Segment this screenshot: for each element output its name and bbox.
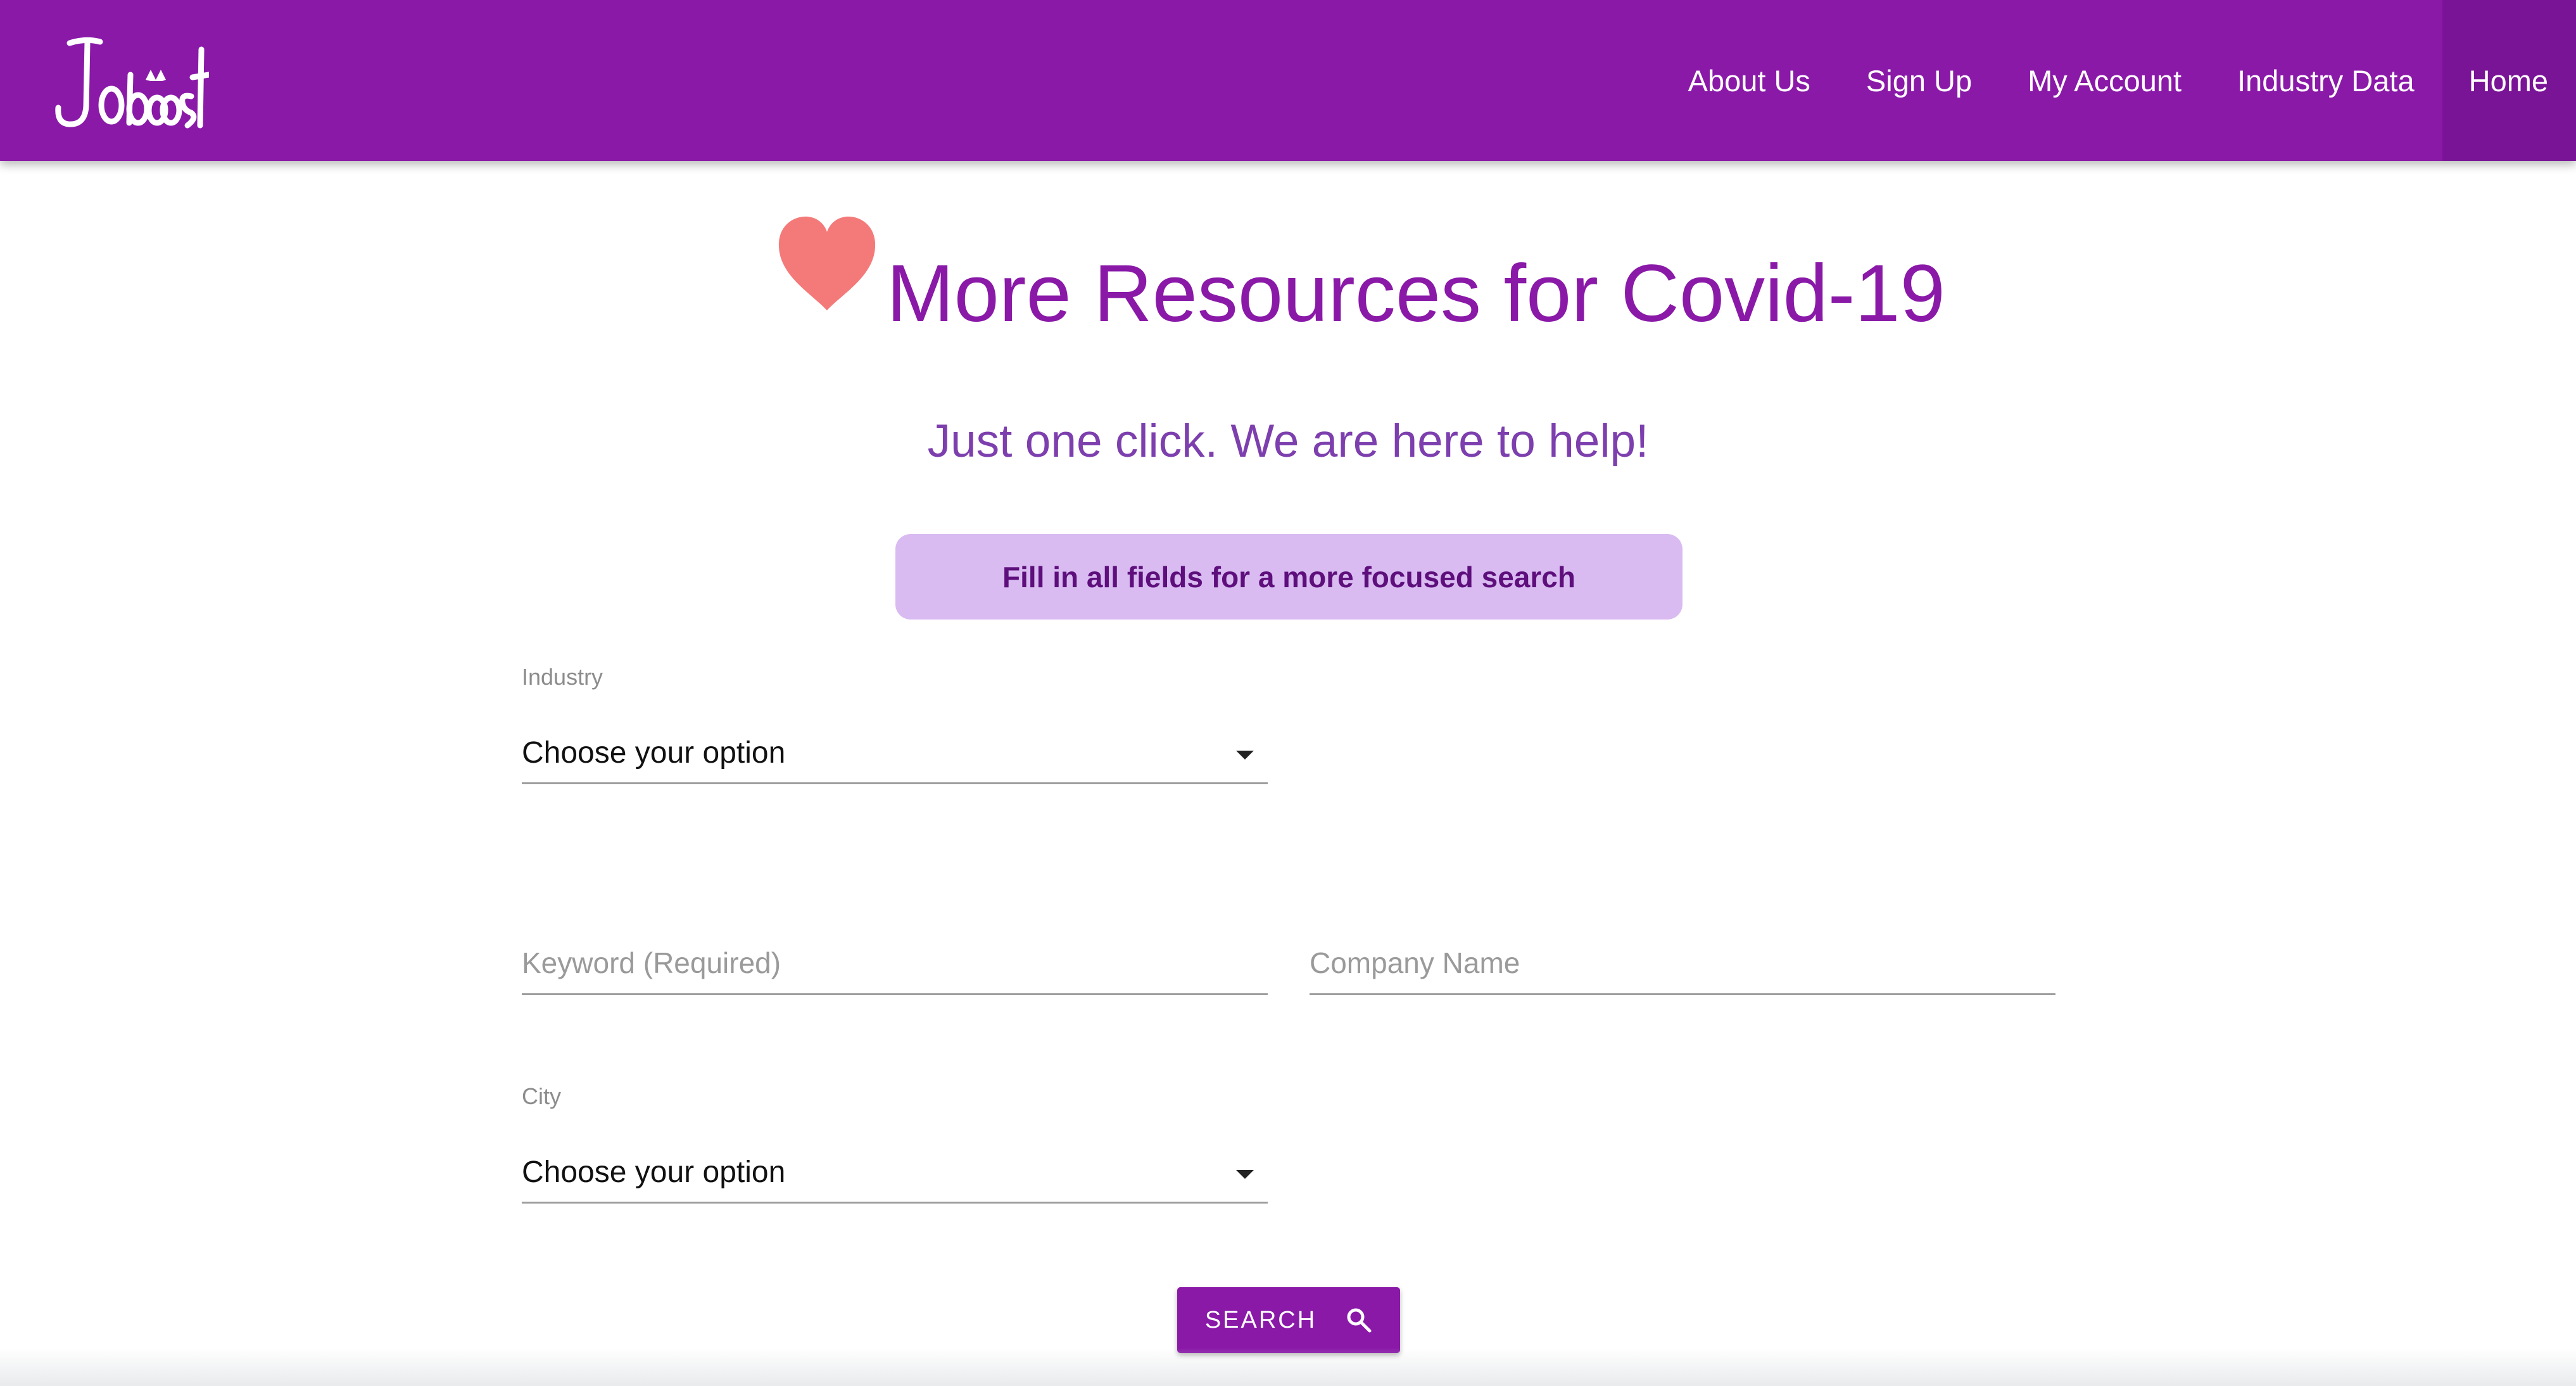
- keyword-field-wrapper: [522, 932, 1268, 995]
- search-button-label: SEARCH: [1204, 1306, 1317, 1333]
- page-subtitle: Just one click. We are here to help!: [927, 416, 1649, 467]
- caret-down-icon: [1236, 1170, 1254, 1179]
- industry-select[interactable]: Choose your option: [522, 719, 1268, 784]
- company-field-wrapper: [1310, 932, 2055, 995]
- search-icon: [1347, 1308, 1372, 1333]
- page-title: More Resources for Covid-19: [887, 248, 1945, 339]
- nav-home[interactable]: Home: [2442, 0, 2576, 161]
- heart-icon: [778, 216, 876, 310]
- joboost-logo[interactable]: [51, 30, 209, 138]
- industry-select-value: Choose your option: [522, 736, 786, 770]
- city-select-value: Choose your option: [522, 1155, 786, 1189]
- keyword-input[interactable]: [522, 943, 1268, 983]
- bottom-shadow: [0, 1348, 2576, 1386]
- nav-sign-up[interactable]: Sign Up: [1838, 0, 2000, 161]
- nav-menu: About Us Sign Up My Account Industry Dat…: [1660, 0, 2576, 161]
- caret-down-icon: [1236, 751, 1254, 760]
- nav-my-account[interactable]: My Account: [2000, 0, 2209, 161]
- city-select[interactable]: Choose your option: [522, 1138, 1268, 1204]
- info-banner: Fill in all fields for a more focused se…: [895, 534, 1683, 620]
- city-label: City: [522, 1083, 561, 1109]
- industry-label: Industry: [522, 664, 603, 690]
- company-name-input[interactable]: [1310, 943, 2055, 983]
- nav-industry-data[interactable]: Industry Data: [2209, 0, 2442, 161]
- top-navbar: About Us Sign Up My Account Industry Dat…: [0, 0, 2576, 161]
- nav-about-us[interactable]: About Us: [1660, 0, 1838, 161]
- search-button[interactable]: SEARCH: [1177, 1287, 1400, 1353]
